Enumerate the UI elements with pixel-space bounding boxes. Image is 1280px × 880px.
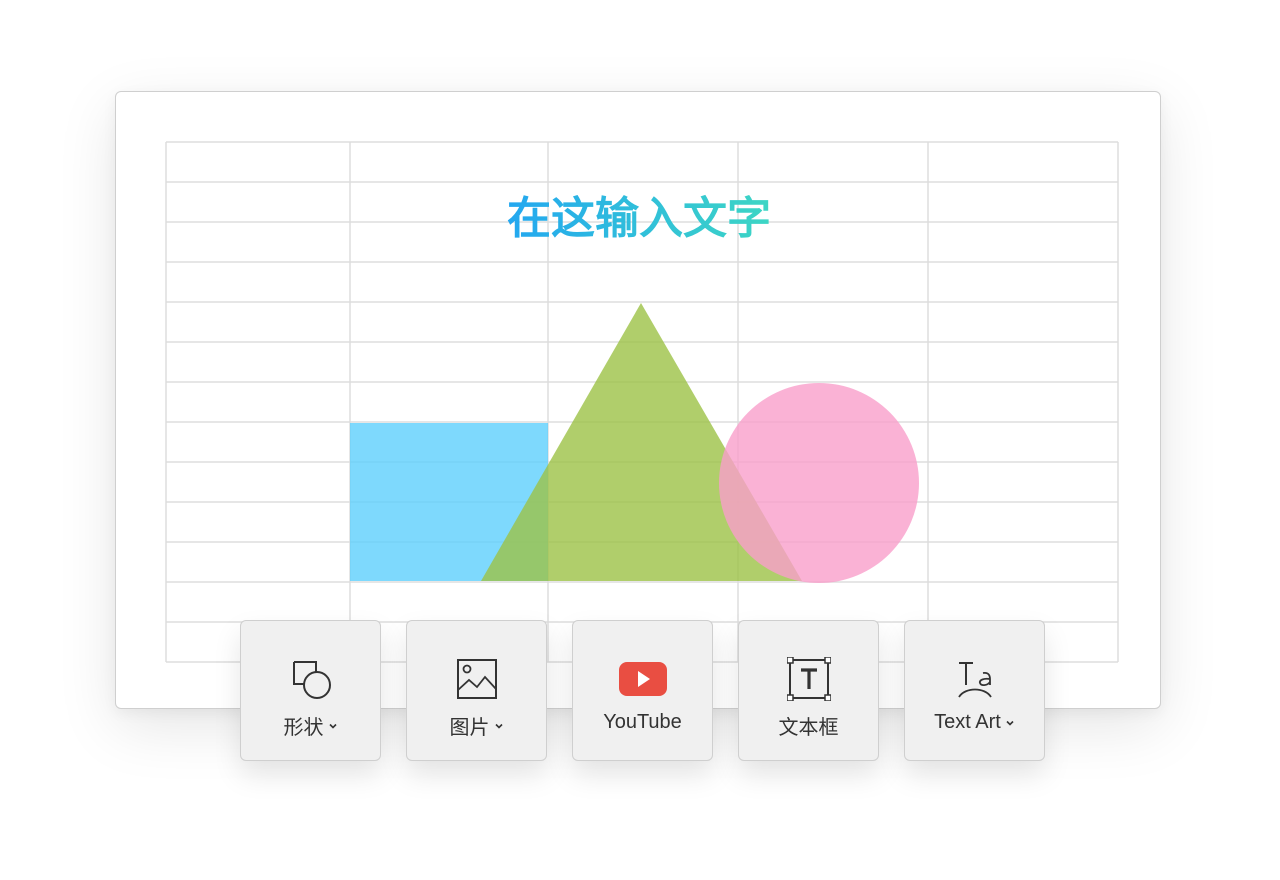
text-art-label: Text Art bbox=[934, 711, 1001, 733]
chevron-down-icon bbox=[1006, 720, 1014, 726]
chevron-down-icon bbox=[494, 723, 503, 729]
shape-label: 形状 bbox=[283, 717, 324, 739]
youtube-button[interactable]: YouTube bbox=[572, 620, 713, 761]
pink-circle-shape[interactable] bbox=[719, 383, 919, 583]
image-icon bbox=[453, 657, 501, 701]
spreadsheet-canvas: 在这输入文字 bbox=[115, 91, 1161, 709]
spreadsheet-grid: 在这输入文字 bbox=[165, 141, 1119, 663]
shape-icon bbox=[287, 657, 335, 701]
textbox-label: 文本框 bbox=[778, 717, 839, 739]
text-art-button[interactable]: Text Art bbox=[904, 620, 1045, 761]
textbox-icon bbox=[785, 657, 833, 701]
text-art-icon bbox=[951, 657, 999, 701]
image-label: 图片 bbox=[449, 717, 490, 739]
youtube-icon bbox=[618, 657, 667, 701]
image-button[interactable]: 图片 bbox=[406, 620, 547, 761]
stage: 在这输入文字 形状 图片 YouTube 文本框 Text Art bbox=[0, 0, 1280, 880]
youtube-label: YouTube bbox=[603, 711, 682, 733]
chevron-down-icon bbox=[328, 723, 337, 729]
shape-button[interactable]: 形状 bbox=[240, 620, 381, 761]
insert-toolbar: 形状 图片 YouTube 文本框 Text Art bbox=[240, 620, 1045, 763]
textbox-button[interactable]: 文本框 bbox=[738, 620, 879, 761]
sheet-title-text[interactable]: 在这输入文字 bbox=[507, 193, 771, 244]
